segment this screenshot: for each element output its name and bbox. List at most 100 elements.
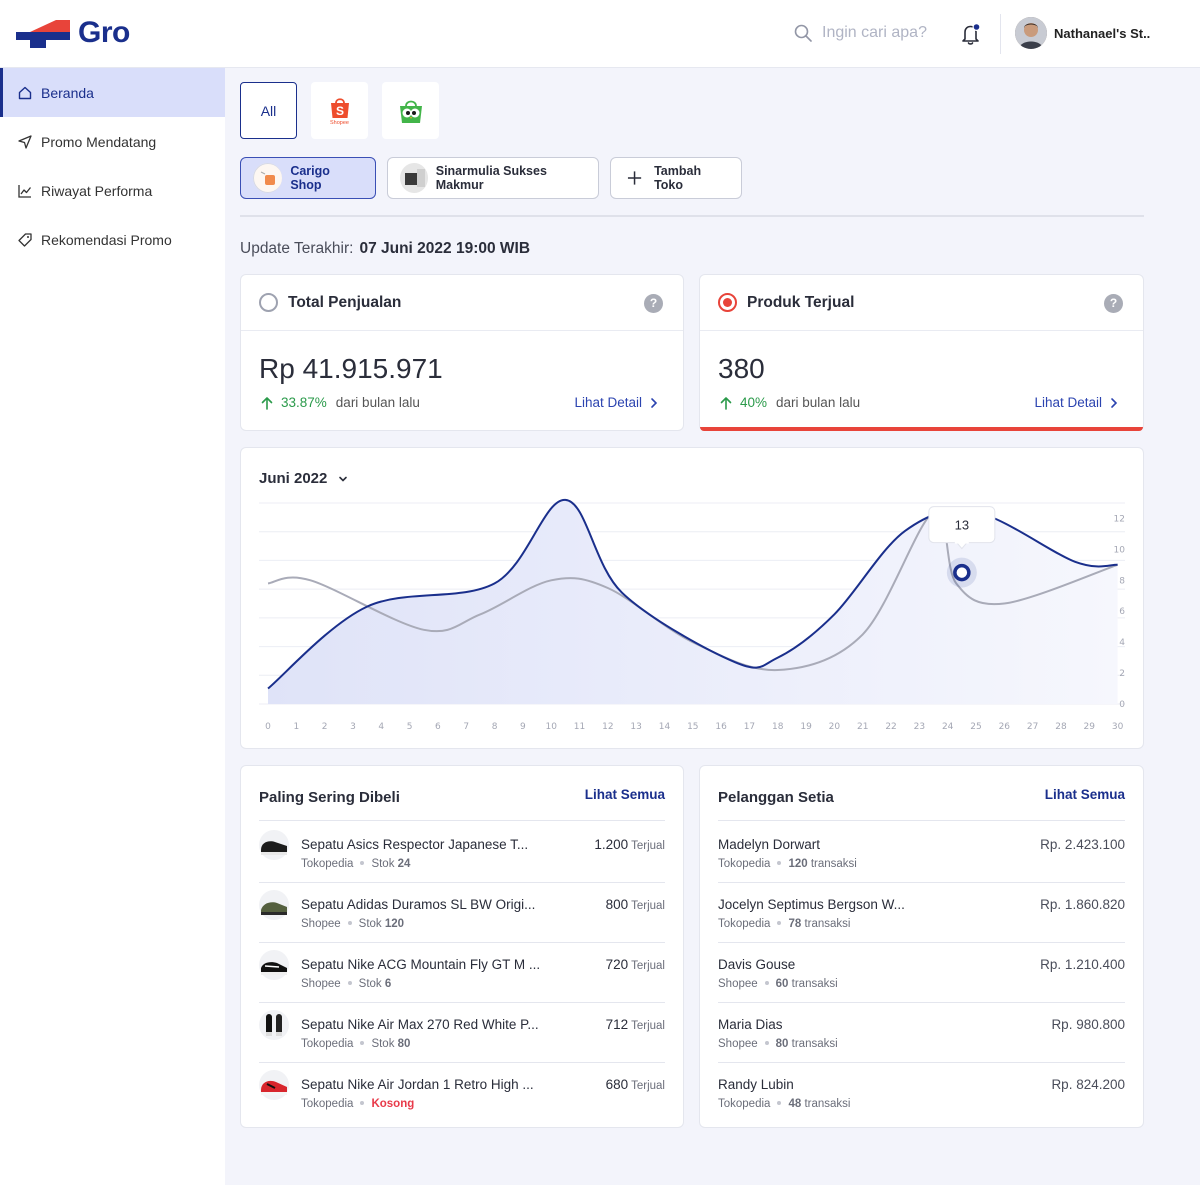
sidebar: Beranda Promo Mendatang Riwayat Performa… (0, 68, 225, 1185)
plus-icon (627, 171, 642, 185)
kpi-value: 380 (718, 353, 765, 384)
sold-value: 712 (605, 1017, 629, 1032)
x-tick-label: 11 (574, 722, 585, 732)
customer-tx-count: 48 (788, 1098, 802, 1110)
product-store: Tokopedia (301, 1098, 354, 1110)
see-all-link[interactable]: Lihat Semua (1045, 787, 1125, 802)
help-icon[interactable]: ? (1104, 294, 1123, 313)
x-tick-label: 13 (630, 722, 641, 732)
customer-row[interactable]: Maria Dias Shopee 80 transaksi Rp. 980.800 (718, 1002, 1125, 1062)
filter-shopee-label: Shopee (330, 119, 349, 126)
product-row[interactable]: Sepatu Nike Air Jordan 1 Retro High ... T… (259, 1062, 665, 1122)
stock-value: 80 (397, 1038, 411, 1050)
product-name: Sepatu Adidas Duramos SL BW Origi... (301, 897, 536, 912)
product-store: Shopee (301, 918, 341, 930)
kpi-change-pct: 40% (740, 395, 768, 410)
product-image-icon (259, 1010, 289, 1040)
x-tick-label: 12 (602, 722, 613, 732)
kpi-link-label: Lihat Detail (574, 395, 642, 410)
kpi-header: Produk Terjual ? (700, 275, 1143, 331)
filter-all-button[interactable]: All (240, 82, 297, 139)
shop-chip-sinarmulia[interactable]: Sinarmulia Sukses Makmur (387, 157, 599, 199)
customer-name: Jocelyn Septimus Bergson W... (718, 897, 905, 912)
search-icon (794, 24, 812, 42)
kpi-detail-link[interactable]: Lihat Detail (1034, 395, 1121, 410)
sidebar-item-promo-mendatang[interactable]: Promo Mendatang (0, 117, 225, 166)
kpi-radio[interactable] (718, 293, 737, 312)
sidebar-item-rekomendasi-promo[interactable]: Rekomendasi Promo (0, 215, 225, 264)
product-store: Tokopedia (301, 1038, 354, 1050)
user-avatar-icon (1015, 17, 1047, 49)
product-image-icon (259, 830, 289, 860)
shop-photo-icon (400, 163, 428, 193)
kpi-value: Rp 41.915.971 (259, 353, 443, 384)
kpi-change-label: dari bulan lalu (776, 395, 861, 410)
x-tick-label: 29 (1084, 722, 1096, 732)
sold-value: 800 (605, 897, 629, 912)
y-tick-label: 10 (1114, 545, 1126, 555)
kpi-selected-bar (700, 427, 1143, 431)
product-row[interactable]: Sepatu Asics Respector Japanese T... Toko… (259, 822, 665, 882)
filter-shopee-button[interactable]: S Shopee (311, 82, 368, 139)
sold-unit: Terjual (631, 960, 665, 972)
kpi-change: 33.87% dari bulan lalu (261, 395, 420, 410)
customer-tx-count: 80 (775, 1038, 789, 1050)
logo[interactable]: Gro (16, 16, 130, 50)
search-placeholder: Ingin cari apa? (822, 24, 927, 41)
customer-meta: Tokopedia 120 transaksi (718, 858, 857, 870)
arrow-up-icon (261, 396, 273, 410)
product-row[interactable]: Sepatu Nike Air Max 270 Red White P... To… (259, 1002, 665, 1062)
see-all-link[interactable]: Lihat Semua (585, 787, 665, 802)
kpi-change-label: dari bulan lalu (335, 395, 420, 410)
shopee-logo-icon: S (330, 97, 349, 118)
avatar (1015, 17, 1047, 49)
customer-tx-label: transaksi (804, 1098, 851, 1110)
customer-row[interactable]: Randy Lubin Tokopedia 48 transaksi Rp. 824.… (718, 1062, 1125, 1122)
product-row[interactable]: Sepatu Nike ACG Mountain Fly GT M ... Sho… (259, 942, 665, 1002)
chart-card: Juni 2022 0 2 4 6 8 10 12 0 1 2 3 4 5 6 7 8 9 10 11 12 13 14 1… (240, 447, 1144, 749)
stock-value: 24 (397, 858, 411, 870)
customer-row[interactable]: Davis Gouse Shopee 60 transaksi Rp. 1.210.4… (718, 942, 1125, 1002)
kpi-radio[interactable] (259, 293, 278, 312)
kpi-card-total-penjualan[interactable]: Total Penjualan ? Rp 41.915.971 33.87% d… (240, 274, 684, 431)
kpi-change: 40% dari bulan lalu (720, 395, 860, 410)
stock-label: Stok (358, 978, 382, 990)
sold-value: 680 (605, 1077, 629, 1092)
customer-tx-label: transaksi (804, 918, 851, 930)
top-products-card: Paling Sering Dibeli Lihat Semua Sepatu … (240, 765, 684, 1128)
arrow-up-icon (720, 396, 732, 410)
kpi-card-produk-terjual[interactable]: Produk Terjual ? 380 40% dari bulan lalu… (699, 274, 1144, 431)
kpi-detail-link[interactable]: Lihat Detail (574, 395, 661, 410)
x-tick-label: 24 (942, 722, 954, 732)
user-menu[interactable]: Nathanael's St.. (1015, 17, 1150, 49)
filter-tokopedia-button[interactable] (382, 82, 439, 139)
x-tick-label: 23 (914, 722, 925, 732)
customer-store: Shopee (718, 1038, 758, 1050)
sidebar-item-riwayat-performa[interactable]: Riwayat Performa (0, 166, 225, 215)
kpi-change-pct: 33.87% (281, 395, 327, 410)
notification-button[interactable] (960, 22, 982, 46)
product-row[interactable]: Sepatu Adidas Duramos SL BW Origi... Shop… (259, 882, 665, 942)
sidebar-item-beranda[interactable]: Beranda (0, 68, 225, 117)
product-sold: 680 Terjual (606, 1077, 665, 1092)
line-chart: 0246810120 1 2 3 4 5 6 7 8 9 10 11 12 13 14 15 16 17 18 19 2… (259, 498, 1126, 732)
customer-row[interactable]: Jocelyn Septimus Bergson W... Tokopedia 78… (718, 882, 1125, 942)
customer-name: Randy Lubin (718, 1077, 794, 1092)
x-tick-label: 25 (970, 722, 981, 732)
customer-meta: Shopee 60 transaksi (718, 978, 838, 990)
y-tick-label: 6 (1119, 607, 1125, 617)
product-meta: Shopee Stok 120 (301, 918, 404, 930)
list-title: Paling Sering Dibeli (259, 789, 400, 806)
sold-value: 1.200 (594, 837, 629, 852)
search-input[interactable]: Ingin cari apa? (794, 24, 927, 42)
product-meta: Tokopedia Kosong (301, 1098, 414, 1110)
customer-amount: Rp. 2.423.100 (1040, 837, 1125, 852)
customer-meta: Tokopedia 78 transaksi (718, 918, 850, 930)
add-shop-button[interactable]: Tambah Toko (610, 157, 742, 199)
customer-store: Tokopedia (718, 918, 771, 930)
shop-chip-carigo[interactable]: Carigo Shop (240, 157, 376, 199)
customer-row[interactable]: Madelyn Dorwart Tokopedia 120 transaksi Rp.… (718, 822, 1125, 882)
product-image-icon (259, 890, 289, 920)
help-icon[interactable]: ? (644, 294, 663, 313)
x-tick-label: 16 (715, 722, 727, 732)
